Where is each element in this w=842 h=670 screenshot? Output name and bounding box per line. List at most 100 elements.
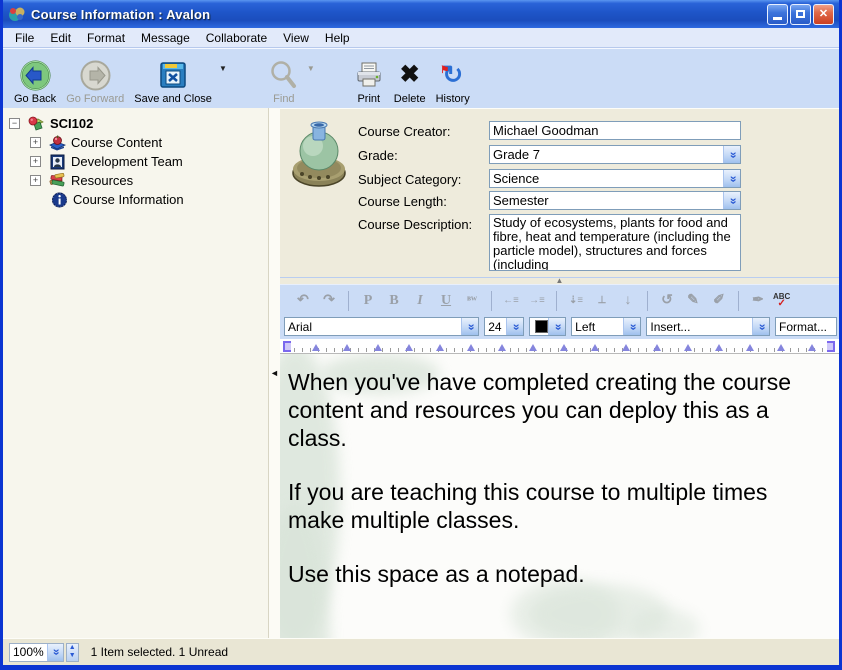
menu-file[interactable]: File	[7, 29, 42, 47]
redo-icon[interactable]: ↷	[318, 292, 340, 309]
text-case-icon[interactable]: ᴮᵂ	[461, 295, 483, 306]
tree-item-label[interactable]: Course Content	[71, 135, 162, 150]
grade-select[interactable]: Grade 7 «	[489, 145, 741, 164]
font-color-select[interactable]: «	[529, 317, 566, 336]
tree-item-label[interactable]: Course Information	[73, 192, 184, 207]
collapse-panel-icon[interactable]: ◄	[270, 368, 279, 378]
course-detail-panel: Course Creator: Grade: Grade 7 « Subject…	[280, 108, 839, 638]
italic-icon[interactable]: I	[409, 293, 431, 309]
chevron-down-icon[interactable]: «	[723, 146, 740, 163]
save-and-close-button[interactable]: Save and Close	[129, 57, 217, 106]
tree-item-resources[interactable]: + Resources	[9, 171, 268, 190]
tree-item-root[interactable]: − SCI102	[9, 114, 268, 133]
menu-message[interactable]: Message	[133, 29, 198, 47]
move-list-icon[interactable]: ⇣≡	[565, 295, 587, 306]
align-baseline-icon[interactable]: ⊥	[591, 295, 613, 306]
chevron-down-icon[interactable]: «	[461, 318, 478, 335]
find-label: Find	[273, 93, 294, 105]
panel-splitter[interactable]: ◄	[268, 108, 280, 638]
collapse-expander-icon[interactable]: −	[9, 118, 20, 129]
signature-icon[interactable]: ✒	[747, 292, 769, 309]
chevron-down-icon[interactable]: «	[47, 644, 63, 661]
save-options-arrow-icon[interactable]: ▼	[219, 64, 227, 73]
tree-item-course-content[interactable]: + Course Content	[9, 133, 268, 152]
tree-item-label[interactable]: Resources	[71, 173, 133, 188]
ruler-tab-stop-icon	[405, 344, 413, 351]
close-button[interactable]: ✕	[813, 4, 834, 25]
chevron-down-icon[interactable]: «	[623, 318, 640, 335]
toolbar-separator	[556, 291, 557, 311]
expand-plus-icon[interactable]: +	[30, 175, 41, 186]
alignment-select[interactable]: Left «	[571, 317, 641, 336]
editor-ruler[interactable]	[280, 339, 839, 354]
save-and-close-icon	[158, 58, 188, 92]
save-and-close-label: Save and Close	[134, 93, 212, 105]
delete-button[interactable]: ✖ Delete	[389, 57, 431, 106]
minimize-button[interactable]	[767, 4, 788, 25]
insert-menu-select[interactable]: Insert... «	[646, 317, 770, 336]
tree-item-development-team[interactable]: + Development Team	[9, 152, 268, 171]
spinner-down-icon[interactable]: ▼	[69, 652, 76, 660]
history-button[interactable]: ↻ ⚑ History	[431, 57, 475, 106]
expand-plus-icon[interactable]: +	[30, 137, 41, 148]
print-button[interactable]: Print	[349, 57, 389, 106]
chevron-down-icon[interactable]: «	[723, 170, 740, 187]
chevron-down-icon[interactable]: «	[548, 318, 565, 335]
editor-format-toolbar: ↶ ↷ P B I U ᴮᵂ ←≡ →≡ ⇣≡ ⊥ ↓ ↺ ✎ ✐ ✒	[280, 284, 839, 316]
course-description-textarea[interactable]: Study of ecosystems, plants for food and…	[489, 214, 741, 271]
format-menu-select[interactable]: Format...	[775, 317, 837, 336]
tree-root-label[interactable]: SCI102	[50, 116, 93, 131]
main-toolbar: Go Back Go Forward Save and	[3, 48, 839, 108]
chevron-down-icon[interactable]: «	[506, 318, 523, 335]
paragraph-icon[interactable]: P	[357, 293, 379, 309]
font-family-select[interactable]: Arial «	[284, 317, 479, 336]
menu-edit[interactable]: Edit	[42, 29, 79, 47]
course-creator-input[interactable]	[489, 121, 741, 140]
expand-plus-icon[interactable]: +	[30, 156, 41, 167]
note-paragraph[interactable]: If you are teaching this course to multi…	[288, 478, 806, 534]
ruler-tab-stop-icon	[591, 344, 599, 351]
font-size-value: 24	[488, 320, 501, 334]
brush-icon[interactable]: ✐	[708, 292, 730, 309]
tree-item-label[interactable]: Development Team	[71, 154, 183, 169]
underline-icon[interactable]: U	[435, 293, 457, 309]
ruler-left-margin-marker[interactable]	[283, 341, 291, 352]
chevron-down-icon[interactable]: «	[752, 318, 769, 335]
notepad-editor[interactable]: When you've have completed creating the …	[280, 354, 839, 638]
rotate-icon[interactable]: ↺	[656, 292, 678, 309]
pencil-icon[interactable]: ✎	[682, 292, 704, 309]
subject-category-select[interactable]: Science «	[489, 169, 741, 188]
zoom-select[interactable]: 100% «	[9, 643, 64, 662]
menu-help[interactable]: Help	[317, 29, 358, 47]
zoom-stepper[interactable]: ▲ ▼	[66, 643, 79, 662]
menu-view[interactable]: View	[275, 29, 317, 47]
minimize-icon	[773, 17, 782, 20]
go-forward-button[interactable]: Go Forward	[61, 57, 129, 106]
course-content-icon	[49, 135, 66, 151]
ruler-tab-stop-icon	[746, 344, 754, 351]
maximize-button[interactable]	[790, 4, 811, 25]
ruler-tab-stop-icon	[560, 344, 568, 351]
ruler-right-margin-marker[interactable]	[827, 341, 835, 352]
note-paragraph[interactable]: Use this space as a notepad.	[288, 560, 806, 588]
close-icon: ✕	[819, 9, 828, 20]
tree-item-course-information[interactable]: Course Information	[9, 190, 268, 209]
find-button[interactable]: Find	[263, 57, 305, 106]
undo-icon[interactable]: ↶	[292, 292, 314, 309]
outdent-icon[interactable]: ←≡	[500, 295, 522, 306]
form-editor-splitter[interactable]: ▲	[280, 277, 839, 284]
spellcheck-icon[interactable]: ABC ✓	[773, 293, 790, 309]
menu-collaborate[interactable]: Collaborate	[198, 29, 275, 47]
ruler-tab-stop-icon	[529, 344, 537, 351]
indent-icon[interactable]: →≡	[526, 295, 548, 306]
course-length-select[interactable]: Semester «	[489, 191, 741, 210]
app-window: Course Information : Avalon ✕ File Edit …	[0, 0, 842, 670]
note-paragraph[interactable]: When you've have completed creating the …	[288, 368, 806, 452]
menu-format[interactable]: Format	[79, 29, 133, 47]
bold-icon[interactable]: B	[383, 293, 405, 309]
spinner-up-icon[interactable]: ▲	[69, 644, 76, 652]
drop-anchor-icon[interactable]: ↓	[617, 293, 639, 309]
chevron-down-icon[interactable]: «	[723, 192, 740, 209]
go-back-button[interactable]: Go Back	[9, 57, 61, 106]
font-size-select[interactable]: 24 «	[484, 317, 524, 336]
